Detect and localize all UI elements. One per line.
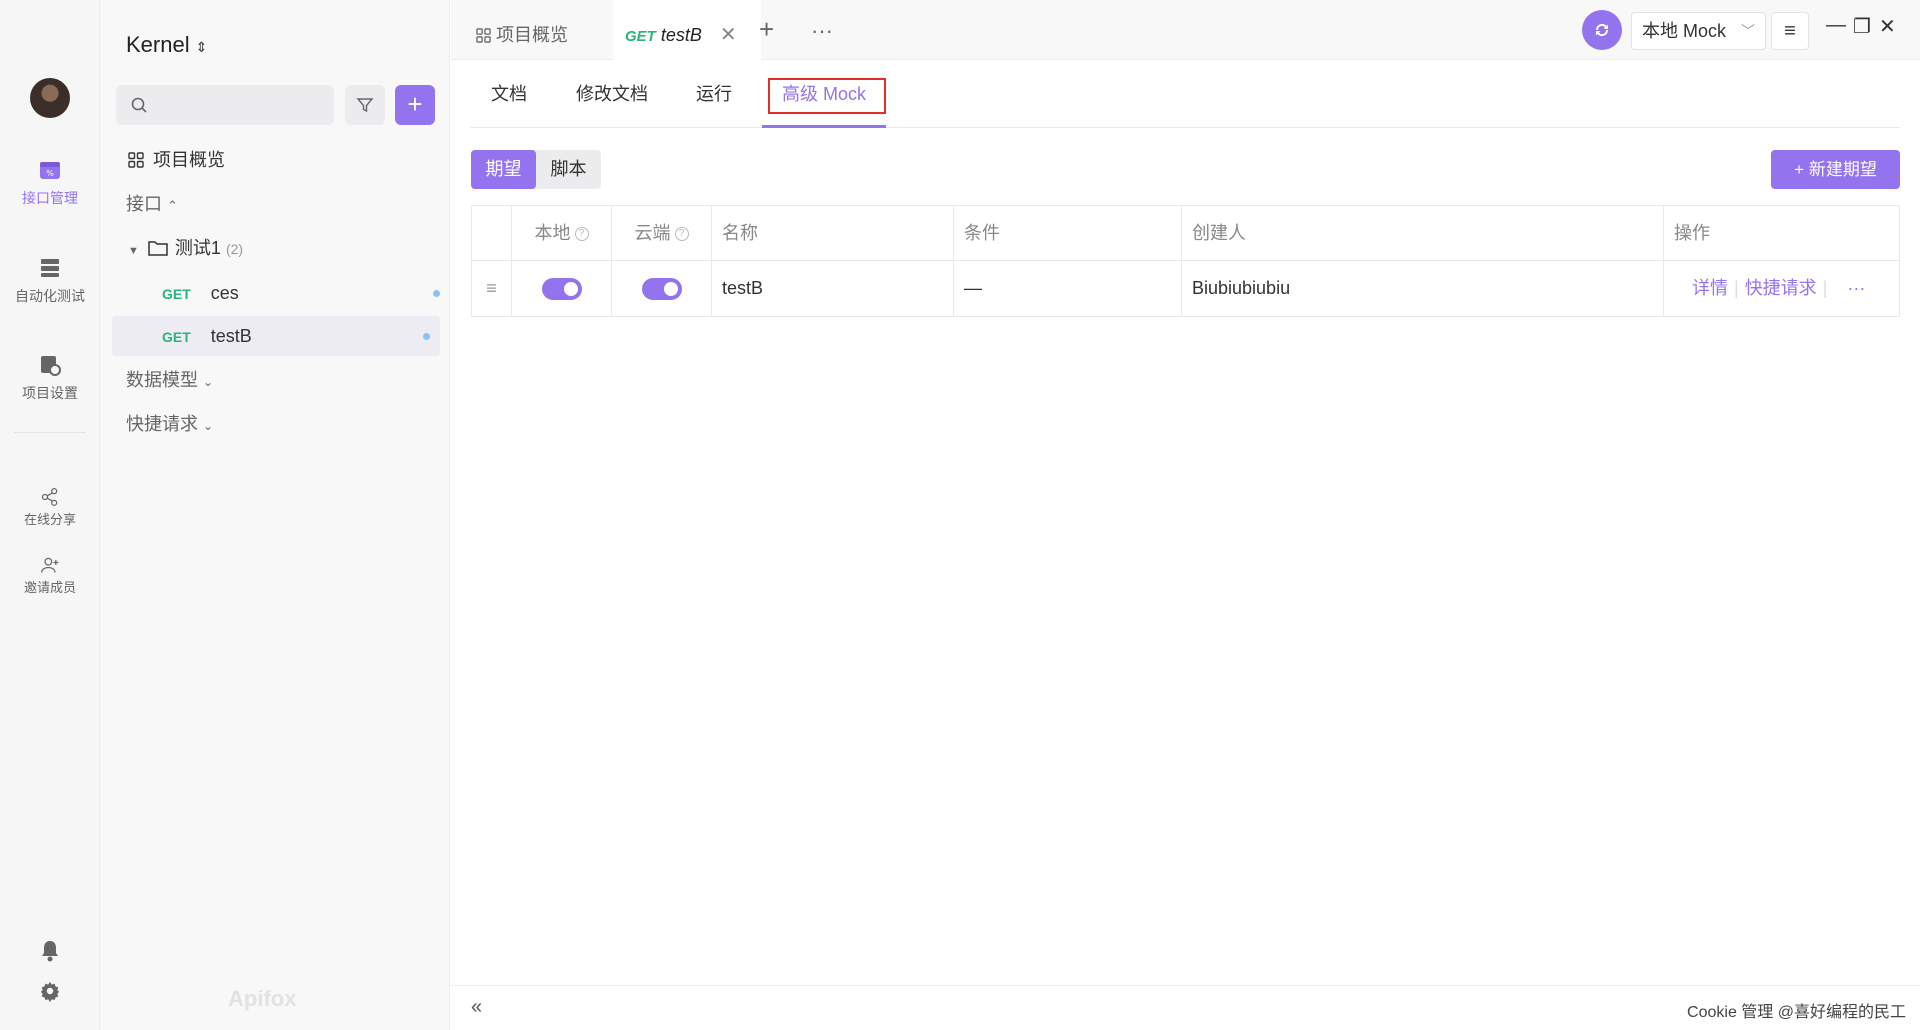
tab-project-overview[interactable]: 项目概览 [476, 0, 568, 60]
search-icon [131, 97, 147, 113]
status-dot [423, 333, 430, 340]
hamburger-icon: ≡ [1784, 20, 1796, 42]
subtab-edit-docs[interactable]: 修改文档 [576, 80, 648, 106]
search-input[interactable] [116, 85, 334, 125]
sidebar-section-quick-requests[interactable]: 快捷请求 ⌄ [100, 404, 450, 444]
status-text: Cookie 管理 @喜好编程的民工 [1687, 1004, 1906, 1021]
rail-project-settings[interactable]: 项目设置 [0, 353, 100, 403]
header-local: 本地? [512, 206, 612, 261]
chevron-down-icon: ⌄ [203, 419, 214, 433]
rail-invite-member[interactable]: 邀请成员 [0, 555, 100, 596]
project-switcher[interactable]: Kernel ⇕ [126, 32, 207, 58]
header-cloud: 云端? [612, 206, 712, 261]
more-actions-icon[interactable]: ··· [1847, 278, 1865, 298]
more-tabs-icon[interactable]: ··· [811, 18, 833, 44]
bell-icon[interactable] [40, 940, 60, 962]
api-subtabs: 文档 修改文档 运行 高级 Mock [470, 60, 1900, 128]
share-icon [41, 488, 58, 506]
row-name: testB [712, 261, 954, 316]
project-settings-icon [41, 356, 61, 376]
tab-testB[interactable]: GET testB ✕ [613, 0, 761, 60]
minimize-icon[interactable]: — [1826, 14, 1846, 37]
chevron-updown-icon: ⇕ [195, 39, 208, 55]
table-header: 本地? 云端? 名称 条件 创建人 操作 [472, 206, 1899, 261]
segment-script[interactable]: 脚本 [536, 150, 601, 189]
help-icon[interactable]: ? [674, 227, 689, 242]
sidebar-item-overview[interactable]: 项目概览 [100, 140, 450, 180]
header-creator: 创建人 [1182, 206, 1664, 261]
sync-button[interactable] [1582, 10, 1622, 50]
chevron-up-icon: ⌃ [167, 198, 178, 213]
local-toggle[interactable] [541, 278, 582, 301]
new-tab-plus-icon[interactable]: + [759, 14, 774, 45]
sidebar-api-item-selected[interactable]: GET testB [112, 316, 440, 356]
left-rail: % 接口管理 自动化测试 项目设置 在线分享 邀请成员 [0, 0, 100, 1030]
settings-gear-icon[interactable] [39, 980, 61, 1002]
caret-down-icon: ▼ [128, 245, 139, 257]
detail-link[interactable]: 详情 [1692, 278, 1728, 298]
sidebar-section-apis[interactable]: 接口 ⌃ [100, 184, 450, 224]
folder-icon [148, 241, 168, 256]
active-tab-underline [762, 125, 886, 128]
quick-request-link[interactable]: 快捷请求 [1745, 278, 1817, 298]
rail-divider [14, 432, 86, 433]
new-expect-button[interactable]: + 新建期望 [1771, 150, 1900, 189]
cloud-toggle[interactable] [641, 278, 682, 301]
plus-icon: + [1794, 160, 1805, 179]
row-condition: — [954, 261, 1182, 316]
grid-icon [476, 28, 491, 43]
tab-bar: 项目概览 GET testB ✕ + ··· 本地 Mock ﹀ ≡ — ❐ ✕ [451, 0, 1920, 60]
menu-button[interactable]: ≡ [1771, 12, 1809, 50]
api-sidebar: Kernel ⇕ + 项目概览 接口 ⌃ ▼ 测试1 (2) GET ces GE… [100, 0, 450, 1030]
chevron-down-icon: ﹀ [1741, 23, 1755, 39]
filter-icon [356, 98, 374, 113]
segment-expect[interactable]: 期望 [471, 150, 536, 189]
sidebar-api-item[interactable]: GET ces [100, 273, 450, 313]
rail-share[interactable]: 在线分享 [0, 487, 100, 528]
row-creator: Biubiubiubiu [1182, 261, 1664, 316]
subtab-docs[interactable]: 文档 [491, 80, 527, 106]
subtab-advanced-mock[interactable]: 高级 Mock [782, 80, 866, 106]
help-icon[interactable]: ? [574, 227, 589, 242]
rail-api-management[interactable]: % 接口管理 [0, 158, 100, 208]
apifox-logo: Apifox [228, 986, 297, 1011]
sidebar-section-data-models[interactable]: 数据模型 ⌄ [100, 360, 450, 400]
mock-mode-segment: 期望 脚本 [471, 150, 601, 189]
sidebar-folder[interactable]: ▼ 测试1 (2) [100, 228, 450, 268]
bottom-bar: « Cookie 管理 @喜好编程的民工 [451, 985, 1920, 1030]
user-avatar[interactable] [30, 78, 70, 118]
subtab-run[interactable]: 运行 [696, 80, 732, 106]
api-management-icon: % [40, 162, 60, 179]
drag-handle-icon[interactable]: ≡ [472, 261, 512, 316]
status-dot [433, 290, 440, 297]
header-name: 名称 [712, 206, 954, 261]
chevron-down-icon: ⌄ [203, 375, 214, 389]
table-row: ≡ testB — Biubiubiubiu 详情 | 快捷请求 | ··· [472, 261, 1899, 316]
header-condition: 条件 [954, 206, 1182, 261]
header-actions: 操作 [1674, 223, 1710, 243]
environment-select[interactable]: 本地 Mock ﹀ [1631, 12, 1766, 50]
svg-text:%: % [46, 169, 54, 178]
rail-automation-test[interactable]: 自动化测试 [0, 256, 100, 306]
expectations-table: 本地? 云端? 名称 条件 创建人 操作 ≡ testB — Biubiubiu… [471, 205, 1900, 317]
refresh-icon [1595, 23, 1609, 37]
filter-button[interactable] [345, 85, 385, 125]
close-icon[interactable]: ✕ [720, 24, 737, 46]
invite-member-icon [41, 557, 59, 573]
restore-icon[interactable]: ❐ [1853, 14, 1871, 39]
add-button[interactable]: + [395, 85, 435, 125]
collapse-sidebar-icon[interactable]: « [471, 996, 482, 1019]
grid-icon [128, 152, 144, 168]
automation-test-icon [41, 259, 59, 277]
window-close-icon[interactable]: ✕ [1879, 14, 1896, 39]
